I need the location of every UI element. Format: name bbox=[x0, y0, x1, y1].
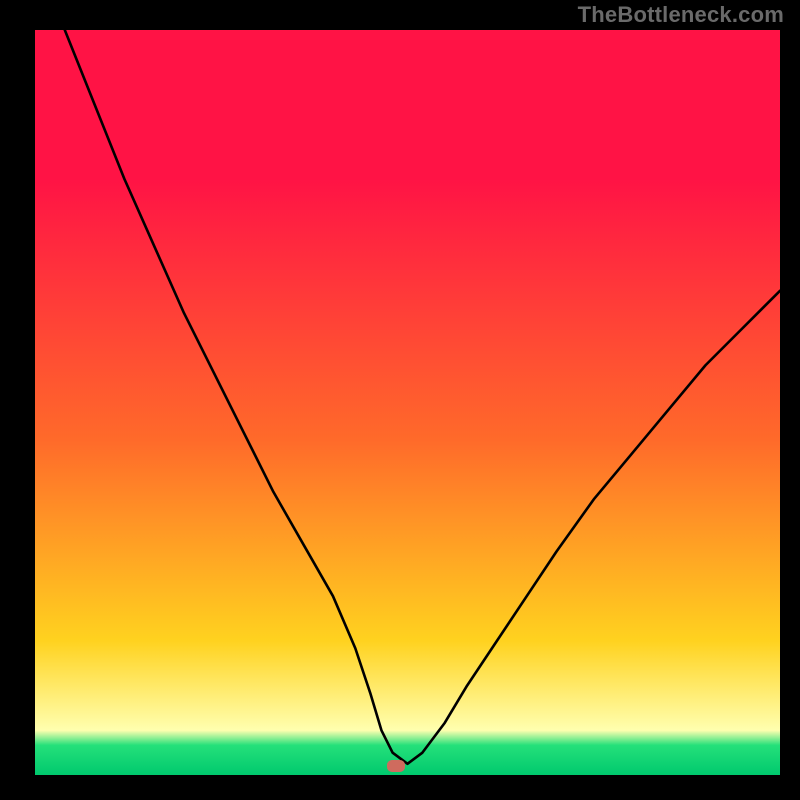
watermark-text: TheBottleneck.com bbox=[578, 2, 784, 28]
optimal-point-marker bbox=[387, 760, 405, 772]
plot-svg bbox=[35, 30, 780, 775]
gradient-background bbox=[35, 30, 780, 775]
plot-area bbox=[35, 30, 780, 775]
chart-frame: TheBottleneck.com bbox=[0, 0, 800, 800]
